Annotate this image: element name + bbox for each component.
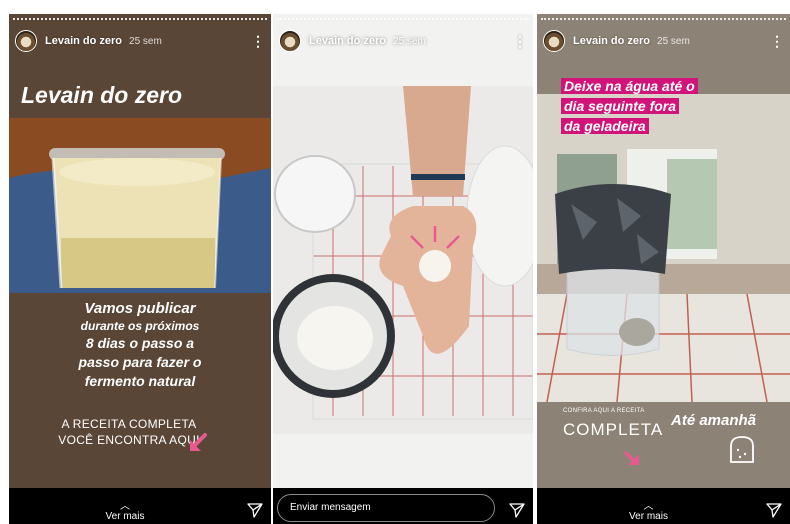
story-footer: ︿ Ver mais	[9, 488, 271, 524]
post-time: 25 sem	[129, 35, 162, 47]
story-header: Levain do zero 25 sem ⋮	[543, 28, 784, 54]
story-title: Levain do zero	[21, 82, 183, 108]
bread-icon	[730, 436, 754, 463]
body-line: Vamos publicar	[84, 300, 196, 317]
progress-bar	[277, 18, 529, 20]
username[interactable]: Levain do zero	[309, 35, 386, 47]
see-more-label: Ver mais	[629, 511, 668, 522]
jar-covered-photo	[537, 94, 790, 402]
more-vertical-icon[interactable]: ⋮	[770, 34, 784, 48]
see-you-tomorrow: Até amanhã	[671, 412, 757, 429]
pointing-arrow-icon	[624, 451, 639, 465]
recipe-cta[interactable]: A RECEITA COMPLETA VOCÊ ENCONTRA AQUI	[49, 416, 209, 448]
avatar[interactable]	[543, 30, 565, 52]
pointing-arrow-icon	[190, 433, 207, 451]
chevron-up-icon: ︿	[120, 501, 130, 512]
message-input[interactable]: Enviar mensagem	[277, 494, 495, 522]
body-line: durante os próximos	[80, 319, 200, 333]
see-more-link[interactable]: ︿ Ver mais	[537, 501, 760, 523]
body-line: fermento natural	[84, 373, 196, 389]
body-line: 8 dias o passo a	[85, 335, 195, 351]
flour-hand-photo	[273, 86, 533, 434]
username[interactable]: Levain do zero	[45, 35, 122, 47]
username[interactable]: Levain do zero	[573, 35, 650, 47]
post-time: 25 sem	[657, 35, 690, 47]
cta-line: A RECEITA COMPLETA	[61, 417, 197, 431]
cta-line: VOCÊ ENCONTRA AQUI	[58, 433, 200, 447]
story-body: Vamos publicar durante os próximos 8 dia…	[9, 300, 271, 390]
progress-bar	[13, 18, 267, 20]
more-vertical-icon[interactable]: ⋮	[513, 34, 527, 48]
avatar[interactable]	[279, 30, 301, 52]
starter-jar-photo	[9, 118, 271, 293]
recipe-link[interactable]: COMPLETA	[563, 420, 663, 440]
caption-line: dia seguinte fora	[561, 98, 680, 114]
paper-plane-icon[interactable]	[766, 502, 782, 518]
more-vertical-icon[interactable]: ⋮	[251, 34, 265, 48]
paper-plane-icon[interactable]	[509, 502, 525, 518]
progress-bar	[541, 18, 786, 20]
story-footer: ︿ Ver mais	[537, 488, 790, 524]
story-header: Levain do zero 25 sem ⋮	[15, 28, 265, 54]
avatar[interactable]	[15, 30, 37, 52]
story-footer: Enviar mensagem	[273, 488, 533, 524]
see-more-link[interactable]: ︿ Ver mais	[9, 501, 241, 523]
paper-plane-icon[interactable]	[247, 502, 263, 518]
chevron-up-icon: ︿	[643, 501, 654, 512]
caption-line: Deixe na água até o	[561, 78, 698, 94]
story-header: Levain do zero 25 sem ⋮	[279, 28, 527, 54]
story-caption: Deixe na água até o dia seguinte fora da…	[561, 76, 698, 136]
story-card-1[interactable]: Levain do zero 25 sem ⋮ Levain do zero V…	[9, 14, 271, 524]
see-more-label: Ver mais	[105, 511, 145, 522]
recipe-hint[interactable]: CONFIRA AQUI A RECEITA	[563, 408, 645, 414]
caption-line: da geladeira	[561, 118, 649, 134]
stories-strip: Levain do zero 25 sem ⋮ Levain do zero V…	[0, 0, 790, 524]
body-line: passo para fazer o	[78, 354, 202, 370]
post-time: 25 sem	[393, 35, 426, 47]
story-card-2[interactable]: Levain do zero 25 sem ⋮ Enviar mensagem	[273, 14, 533, 524]
story-card-3[interactable]: Levain do zero 25 sem ⋮ Deixe na água at…	[537, 14, 790, 524]
